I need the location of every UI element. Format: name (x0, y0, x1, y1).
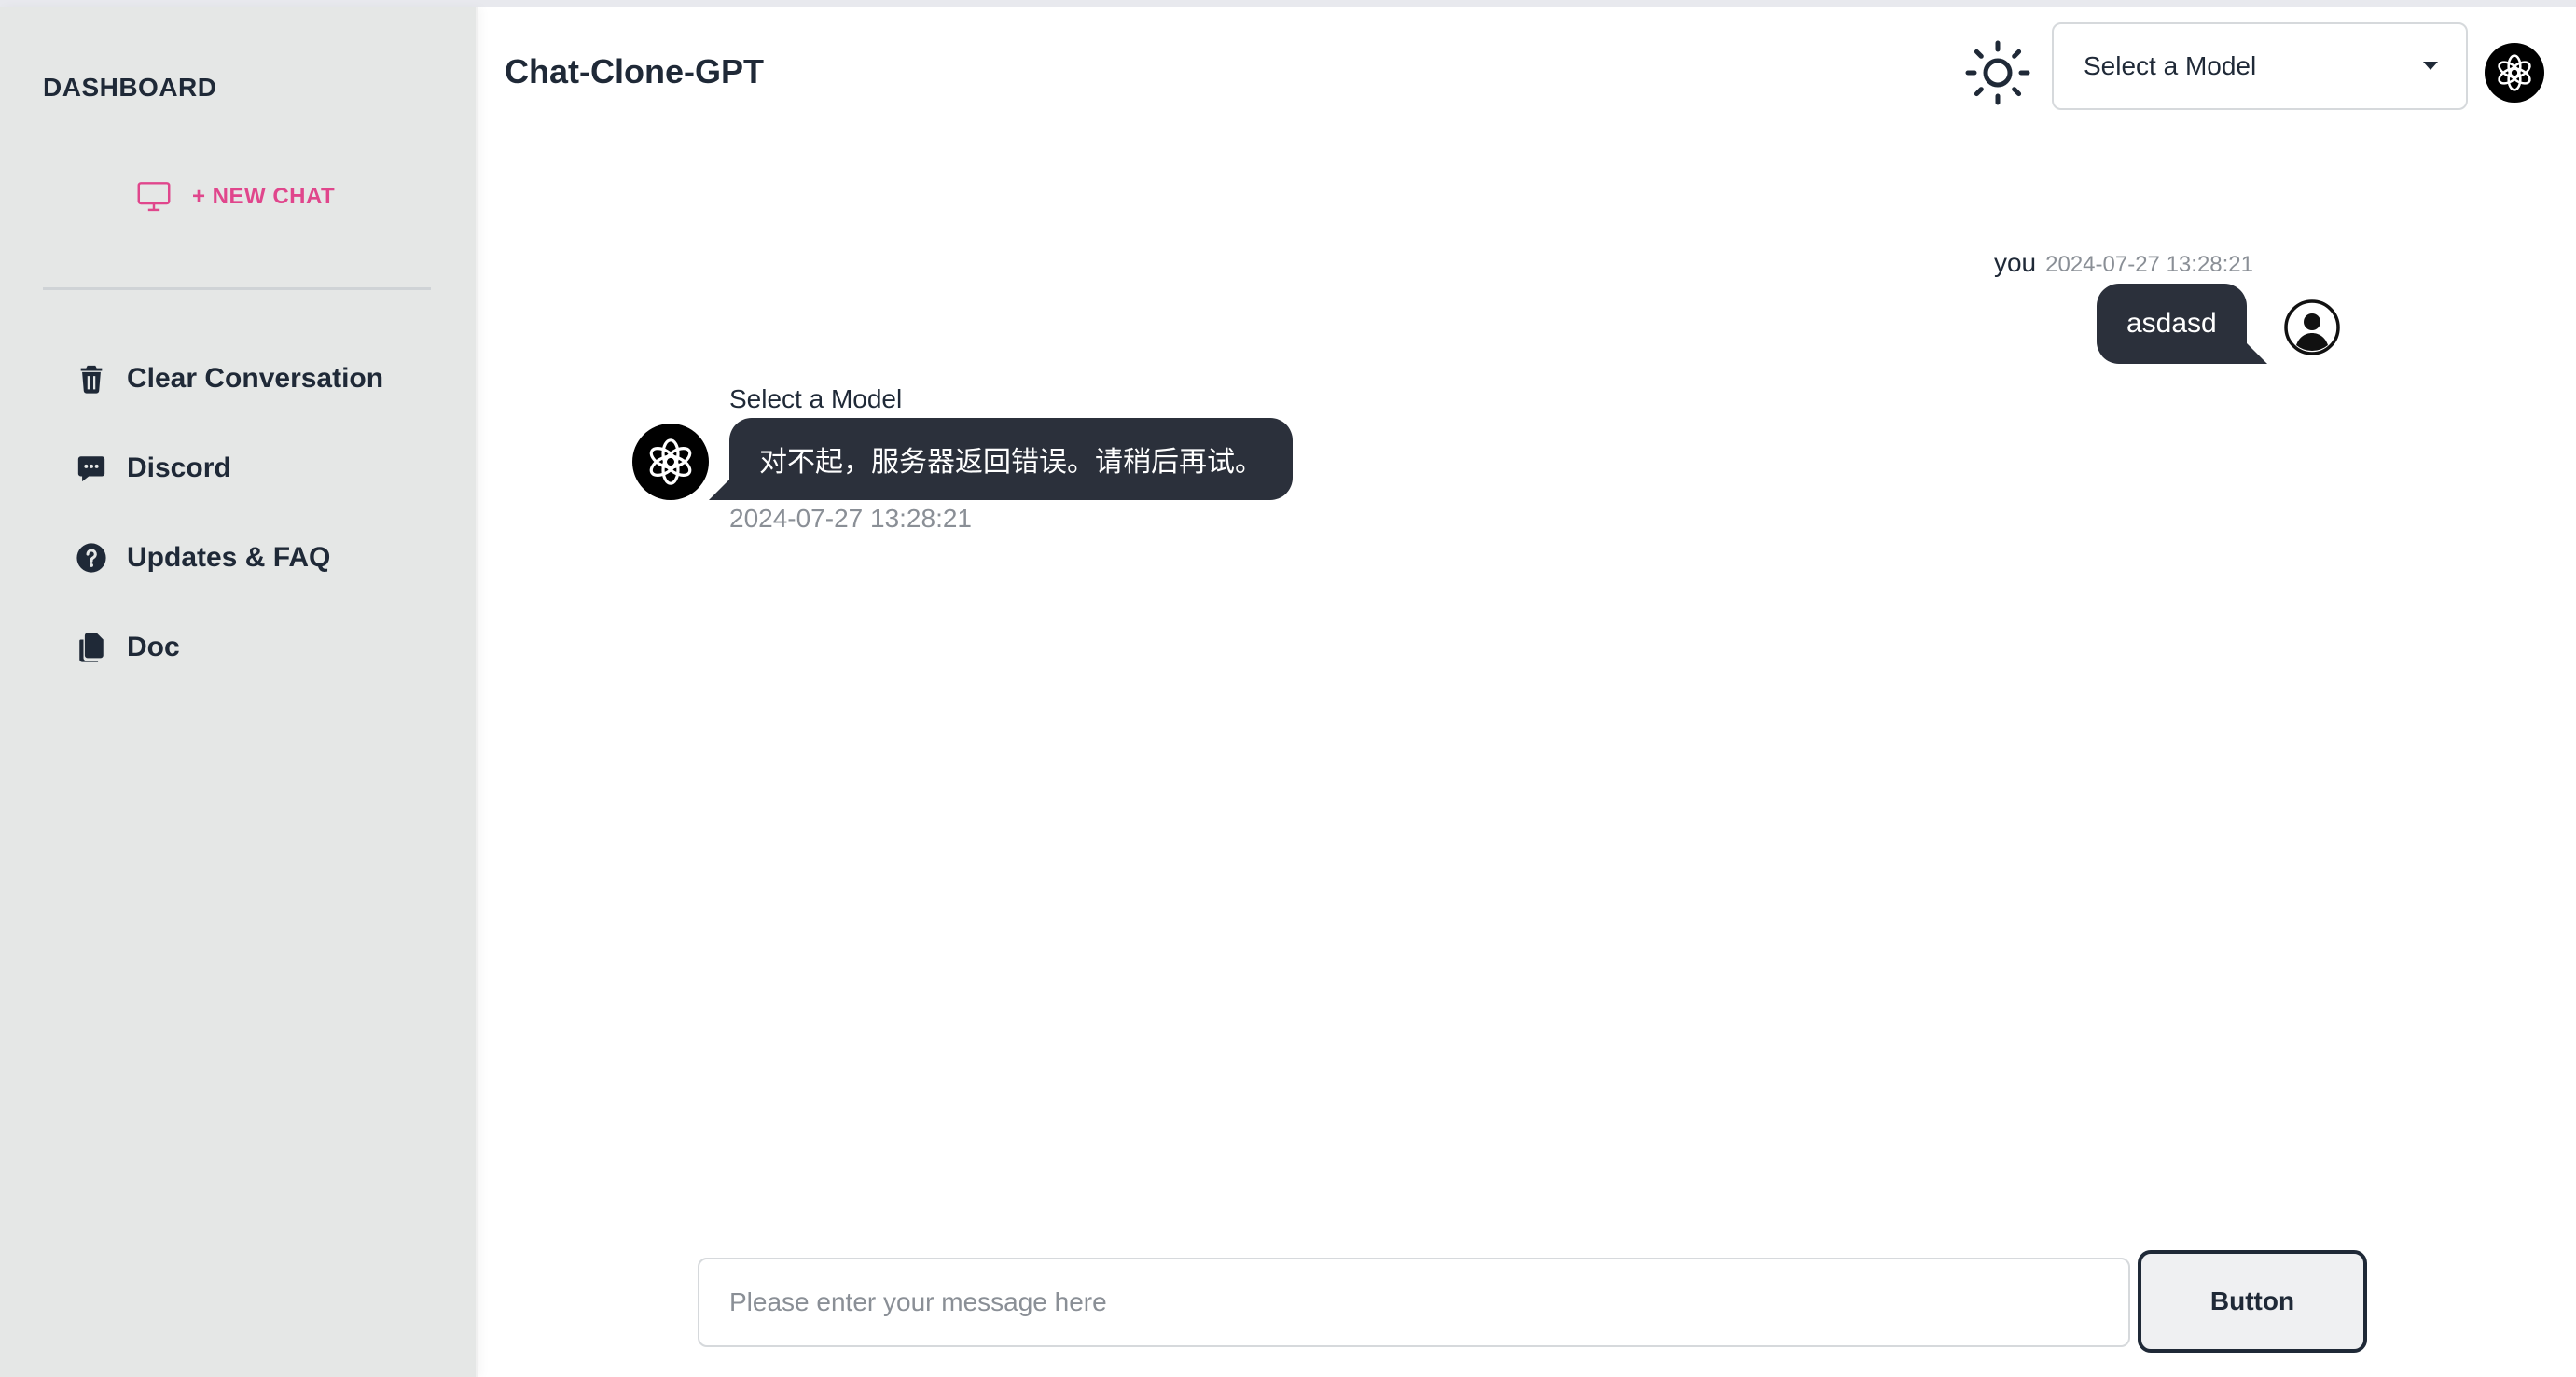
sidebar-divider (43, 287, 431, 290)
sidebar-item-label: Discord (127, 452, 231, 483)
user-message-bubble: asdasd (2097, 284, 2267, 364)
new-chat-button[interactable]: + NEW CHAT (136, 181, 335, 213)
header-avatar[interactable] (2485, 43, 2544, 103)
sidebar-title: DASHBOARD (43, 73, 217, 102)
documents-icon (75, 631, 108, 664)
user-avatar (2283, 299, 2341, 356)
sidebar-item-doc[interactable]: Doc (75, 623, 383, 672)
sidebar: DASHBOARD + NEW CHAT Clear Conversation (0, 7, 478, 1377)
sidebar-item-updates-faq[interactable]: Updates & FAQ (75, 534, 383, 582)
question-circle-icon (75, 541, 108, 575)
model-select[interactable]: Select a Model (2052, 22, 2468, 110)
sun-icon (1965, 40, 2030, 105)
app-window: DASHBOARD + NEW CHAT Clear Conversation (0, 0, 2576, 1377)
chevron-down-icon (2423, 62, 2438, 70)
sidebar-item-label: Updates & FAQ (127, 542, 331, 573)
assistant-avatar (632, 424, 709, 500)
page-title: Chat-Clone-GPT (505, 52, 764, 90)
openai-logo-icon (649, 438, 692, 485)
trash-icon (75, 362, 108, 396)
new-chat-label: + NEW CHAT (192, 184, 336, 209)
message-sender: Select a Model (729, 384, 903, 413)
sidebar-menu: Clear Conversation Discord Updates & FAQ… (75, 355, 383, 713)
message-input[interactable] (698, 1258, 2130, 1347)
message-sender: you (1993, 248, 2037, 277)
send-button[interactable]: Button (2138, 1250, 2367, 1353)
user-message-meta: you 2024-07-27 13:28:21 (1994, 248, 2253, 278)
chat-bubble-icon (75, 452, 108, 485)
monitor-icon (137, 182, 171, 212)
message-timestamp: 2024-07-27 13:28:21 (729, 504, 972, 533)
sidebar-item-clear-conversation[interactable]: Clear Conversation (75, 355, 383, 403)
assistant-message-bubble: 对不起，服务器返回错误。请稍后再试。 (709, 418, 1293, 500)
user-circle-icon (2284, 299, 2340, 355)
model-select-value: Select a Model (2084, 51, 2257, 80)
theme-toggle-button[interactable] (1964, 39, 2031, 106)
sidebar-item-discord[interactable]: Discord (75, 444, 383, 493)
openai-logo-icon (2498, 54, 2531, 91)
sidebar-item-label: Clear Conversation (127, 363, 384, 394)
sidebar-item-label: Doc (127, 632, 180, 662)
message-timestamp: 2024-07-27 13:28:21 (2045, 252, 2253, 277)
